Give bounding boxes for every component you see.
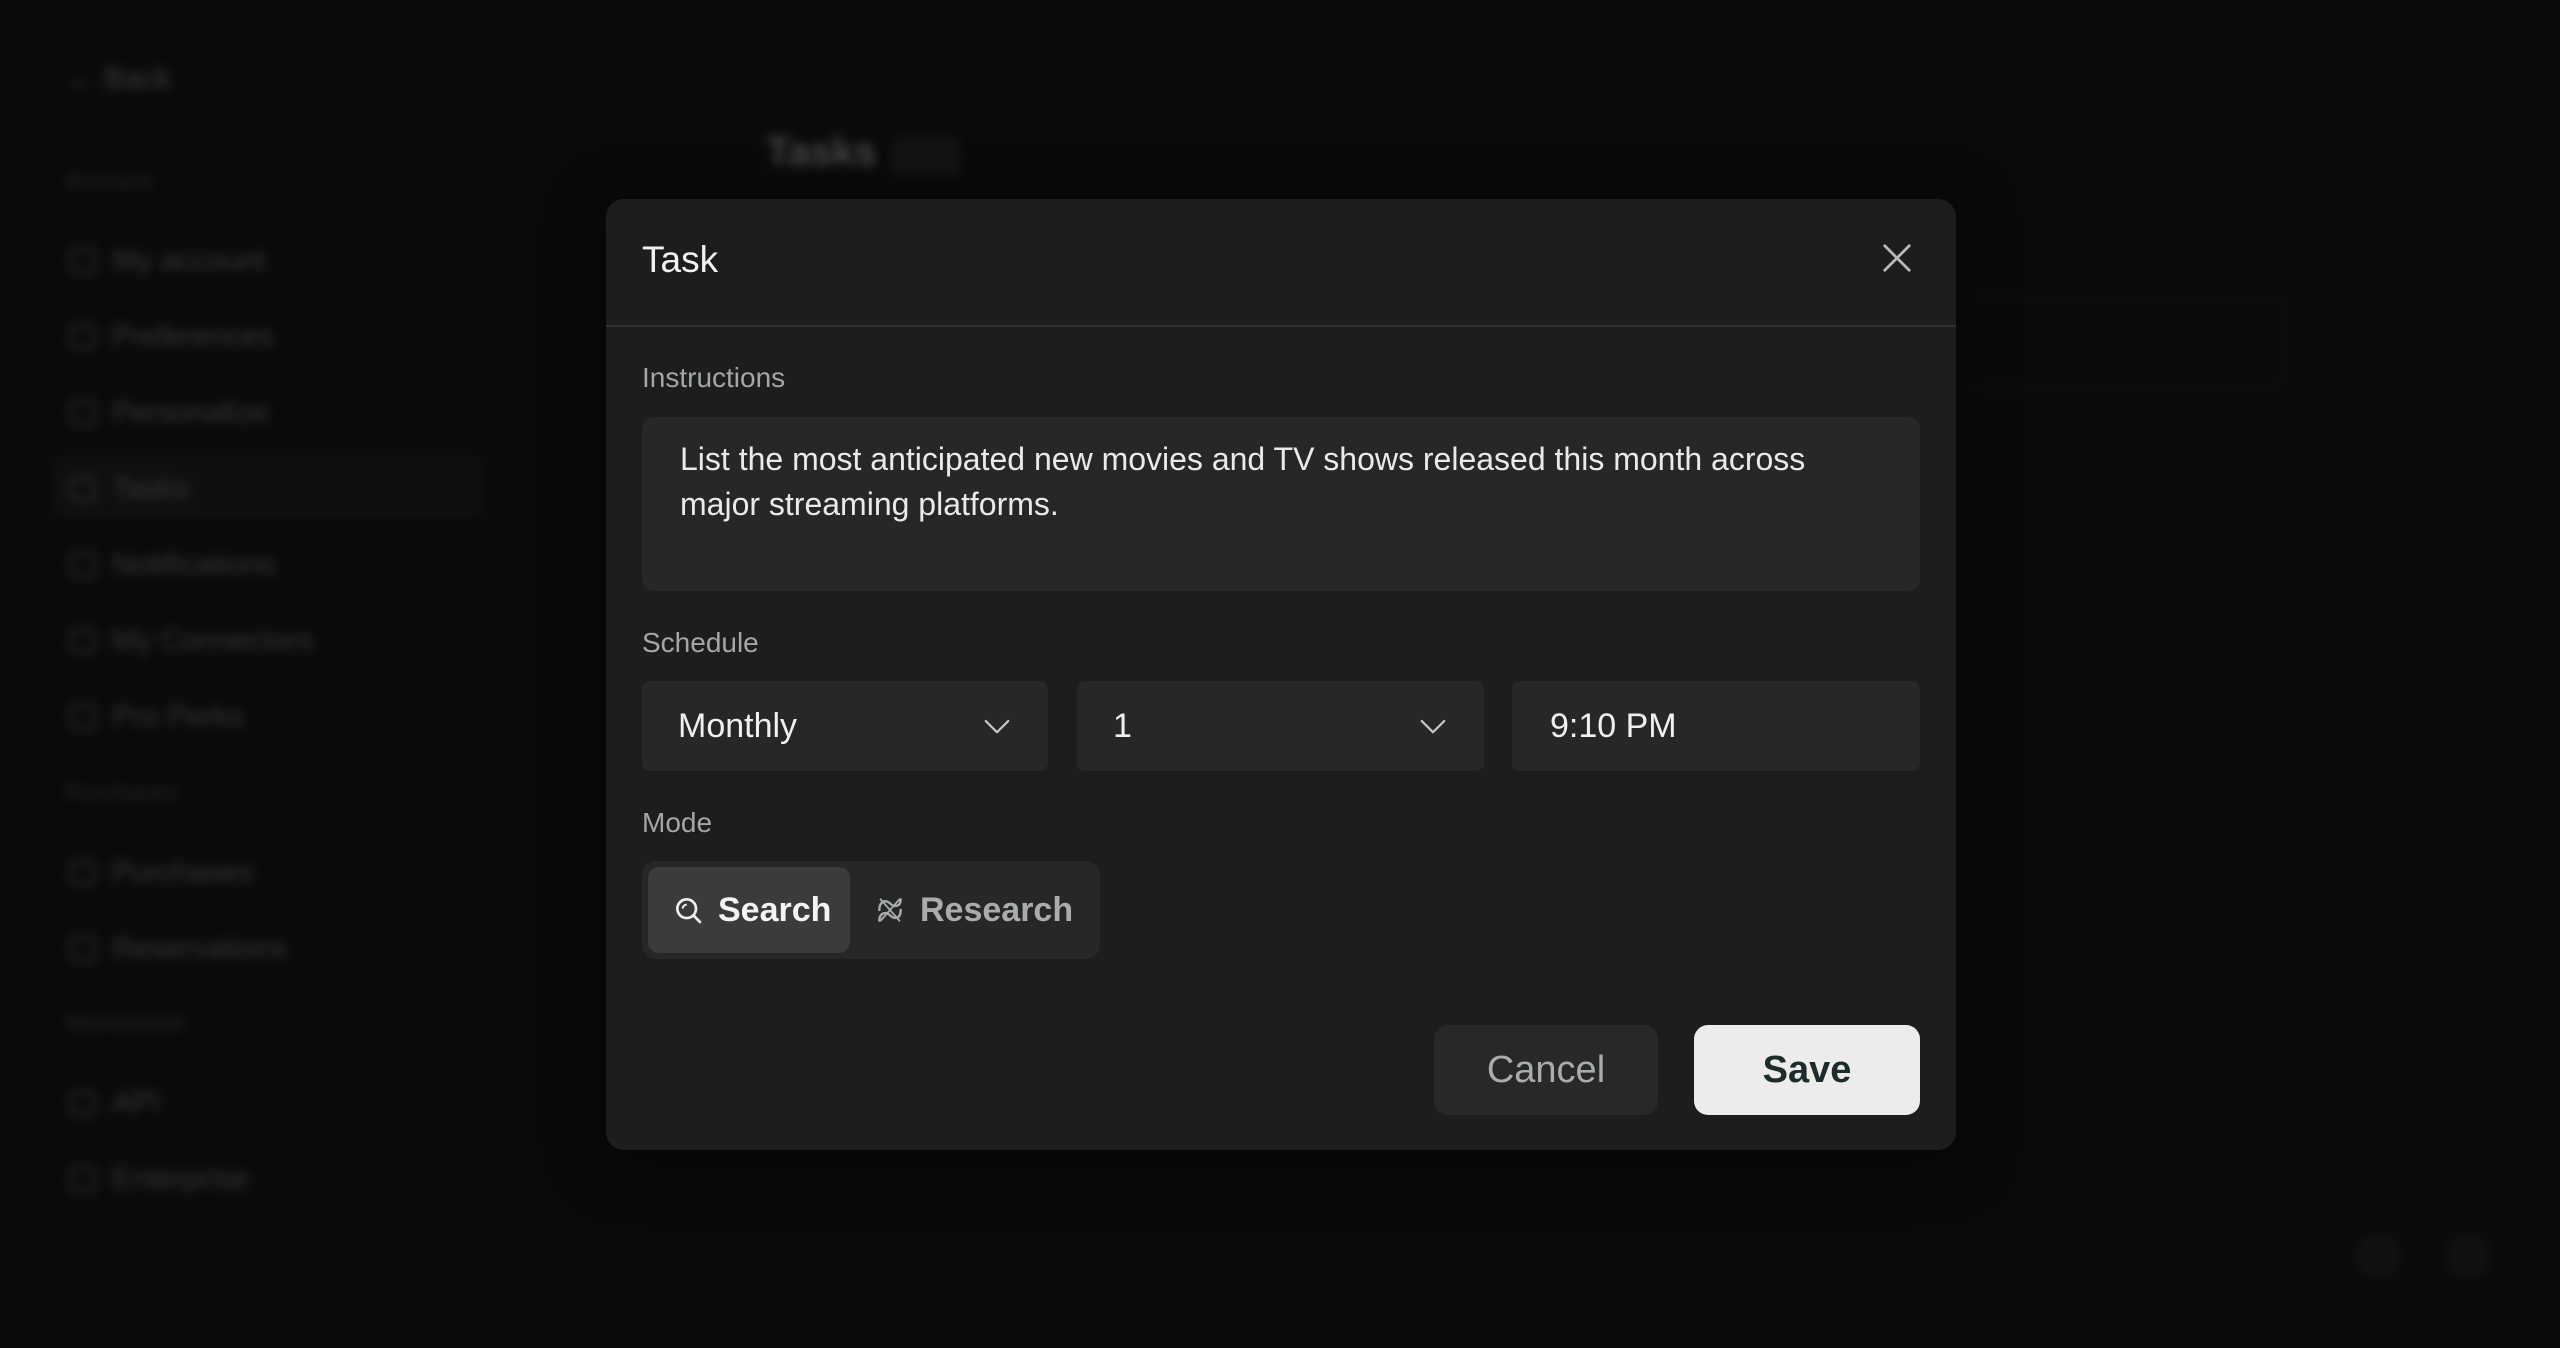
task-dialog: Task Instructions List the most anticipa… [606, 199, 1956, 1150]
chevron-down-icon [984, 719, 1010, 734]
frequency-select[interactable]: Monthly [642, 681, 1048, 771]
mode-research-label: Research [920, 890, 1074, 929]
instructions-textarea[interactable]: List the most anticipated new movies and… [642, 417, 1920, 591]
frequency-value: Monthly [678, 706, 798, 745]
research-icon [878, 898, 902, 922]
close-button[interactable] [1876, 237, 1918, 279]
schedule-label: Schedule [642, 627, 759, 658]
chevron-down-icon [1420, 719, 1446, 734]
time-value: 9:10 PM [1550, 706, 1677, 745]
time-input[interactable]: 9:10 PM [1512, 681, 1920, 771]
mode-search-label: Search [718, 890, 832, 929]
mode-search-button[interactable]: Search [648, 867, 850, 953]
instructions-label: Instructions [642, 362, 786, 393]
dialog-header: Task [606, 199, 1956, 327]
close-icon [1883, 244, 1911, 272]
cancel-button[interactable]: Cancel [1434, 1025, 1658, 1115]
dialog-title: Task [642, 239, 719, 280]
search-icon [676, 898, 702, 924]
day-value: 1 [1113, 706, 1132, 745]
mode-research-button[interactable]: Research [864, 867, 1094, 953]
save-button[interactable]: Save [1694, 1025, 1920, 1115]
day-select[interactable]: 1 [1077, 681, 1484, 771]
mode-label: Mode [642, 807, 713, 838]
mode-switch: Search Research [642, 861, 1100, 959]
